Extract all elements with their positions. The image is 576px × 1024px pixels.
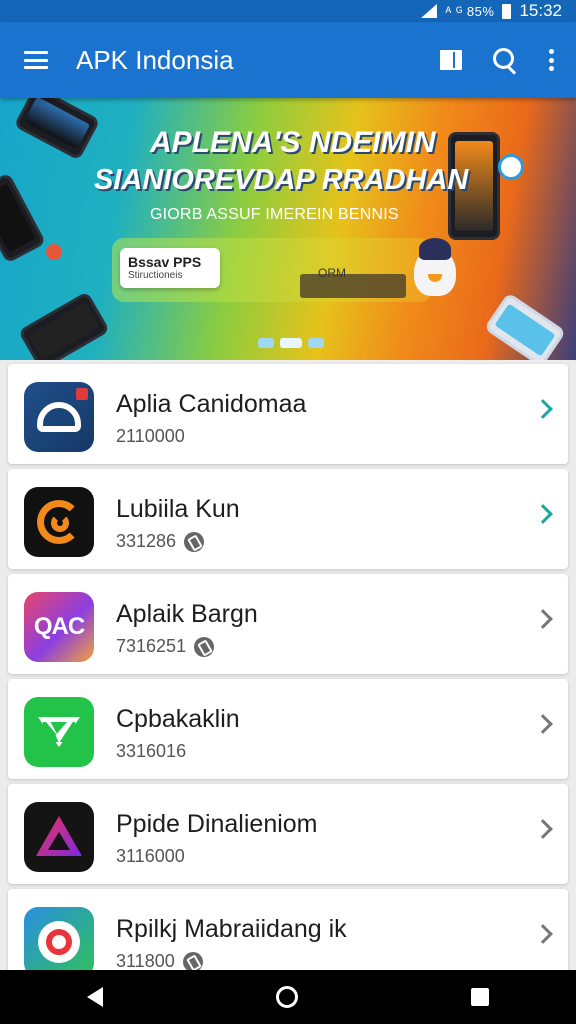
phone-illustration xyxy=(483,292,567,360)
app-meta: 3116000 xyxy=(116,846,185,867)
cloud-badge-icon xyxy=(498,154,524,180)
status-bar: ᴬ ᴳ 85% 15:32 xyxy=(0,0,576,22)
list-item[interactable]: Lubiila Kun 331286 xyxy=(8,469,568,569)
app-name: Rpilkj Mabraiidang ik xyxy=(116,915,347,943)
status-time: 15:32 xyxy=(519,1,562,20)
phone-icon xyxy=(194,636,215,657)
app-name: Aplia Canidomaa xyxy=(116,390,307,418)
banner-subtitle: GIORB ASSUF IMEREIN BENNIS xyxy=(150,206,399,223)
page-title: APK Indonsia xyxy=(76,44,234,75)
app-meta: 3316016 xyxy=(116,741,186,762)
carousel-indicator xyxy=(258,338,324,348)
phone-illustration xyxy=(13,98,101,161)
carousel-dot[interactable] xyxy=(280,338,302,348)
qac-icon: QAC xyxy=(24,592,94,662)
banner-headline: APLENA'S NDEIMIN xyxy=(150,126,436,159)
home-icon[interactable] xyxy=(275,986,298,1008)
phone-illustration xyxy=(0,172,47,264)
ring-icon xyxy=(24,907,94,970)
banner-bar xyxy=(300,274,406,298)
banner-label: ORM xyxy=(318,266,346,280)
app-meta: 311800 xyxy=(116,951,203,970)
status-indicators: ᴬ ᴳ 85% xyxy=(445,3,495,19)
app-name: Lubiila Kun xyxy=(116,495,240,523)
back-icon[interactable] xyxy=(86,987,103,1007)
app-count: 311800 xyxy=(116,951,175,970)
search-icon[interactable] xyxy=(492,47,518,73)
banner-headline-2: SIANIOREVDAP RRADHAN xyxy=(94,164,469,196)
banner-card-subtitle: Stiructioneis xyxy=(128,270,183,281)
chevron-right-icon[interactable] xyxy=(533,924,553,944)
chevron-right-icon[interactable] xyxy=(533,714,553,734)
app-count: 2110000 xyxy=(116,426,185,446)
phone-illustration xyxy=(17,291,111,360)
triangle-icon xyxy=(24,802,94,872)
list-item[interactable]: Aplia Canidomaa 2110000 xyxy=(8,364,568,464)
banner-card: Bssav PPS Stiructioneis xyxy=(120,248,220,288)
app-list: Aplia Canidomaa 2110000 Lubiila Kun 331286 Q… xyxy=(0,360,576,970)
app-count: 7316251 xyxy=(116,636,187,656)
app-count: 3116000 xyxy=(116,846,185,866)
phone-icon xyxy=(182,951,203,970)
app-name: Cpbakaklin xyxy=(116,705,240,733)
signal-icon xyxy=(421,4,438,18)
banner-card-title: Bssav PPS xyxy=(128,254,202,270)
app-meta: 331286 xyxy=(116,531,205,552)
carousel-dot[interactable] xyxy=(308,338,324,348)
chevron-right-icon[interactable] xyxy=(533,609,553,629)
app-meta: 7316251 xyxy=(116,636,215,657)
spiral-g-icon xyxy=(24,487,94,557)
app-name: Ppide Dinalieniom xyxy=(116,810,318,838)
app-name: Aplaik Bargn xyxy=(116,600,258,628)
cloud-icon xyxy=(24,382,94,452)
chevron-right-icon[interactable] xyxy=(533,399,553,419)
mascot-illustration xyxy=(414,238,456,296)
menu-icon[interactable] xyxy=(24,51,48,69)
app-bar: APK Indonsia xyxy=(0,22,576,98)
more-options-icon[interactable] xyxy=(548,49,554,71)
recents-icon[interactable] xyxy=(471,988,490,1006)
chevron-right-icon[interactable] xyxy=(533,819,553,839)
list-item[interactable]: Cpbakaklin 3316016 xyxy=(8,679,568,779)
system-nav-bar xyxy=(0,970,576,1024)
chevron-right-icon[interactable] xyxy=(533,504,553,524)
list-item[interactable]: QAC Aplaik Bargn 7316251 xyxy=(8,574,568,674)
app-meta: 2110000 xyxy=(116,426,185,447)
list-item[interactable]: Ppide Dinalieniom 3116000 xyxy=(8,784,568,884)
carousel-dot[interactable] xyxy=(258,338,274,348)
promo-banner[interactable]: APLENA'S NDEIMIN SIANIOREVDAP RRADHAN GI… xyxy=(0,98,576,360)
battery-icon xyxy=(502,3,512,19)
book-icon[interactable] xyxy=(440,50,462,70)
pin-icon xyxy=(46,244,62,260)
diamond-check-icon xyxy=(24,697,94,767)
app-count: 3316016 xyxy=(116,741,187,761)
list-item[interactable]: Rpilkj Mabraiidang ik 311800 xyxy=(8,889,568,970)
app-count: 331286 xyxy=(116,531,177,551)
phone-icon xyxy=(184,531,205,552)
